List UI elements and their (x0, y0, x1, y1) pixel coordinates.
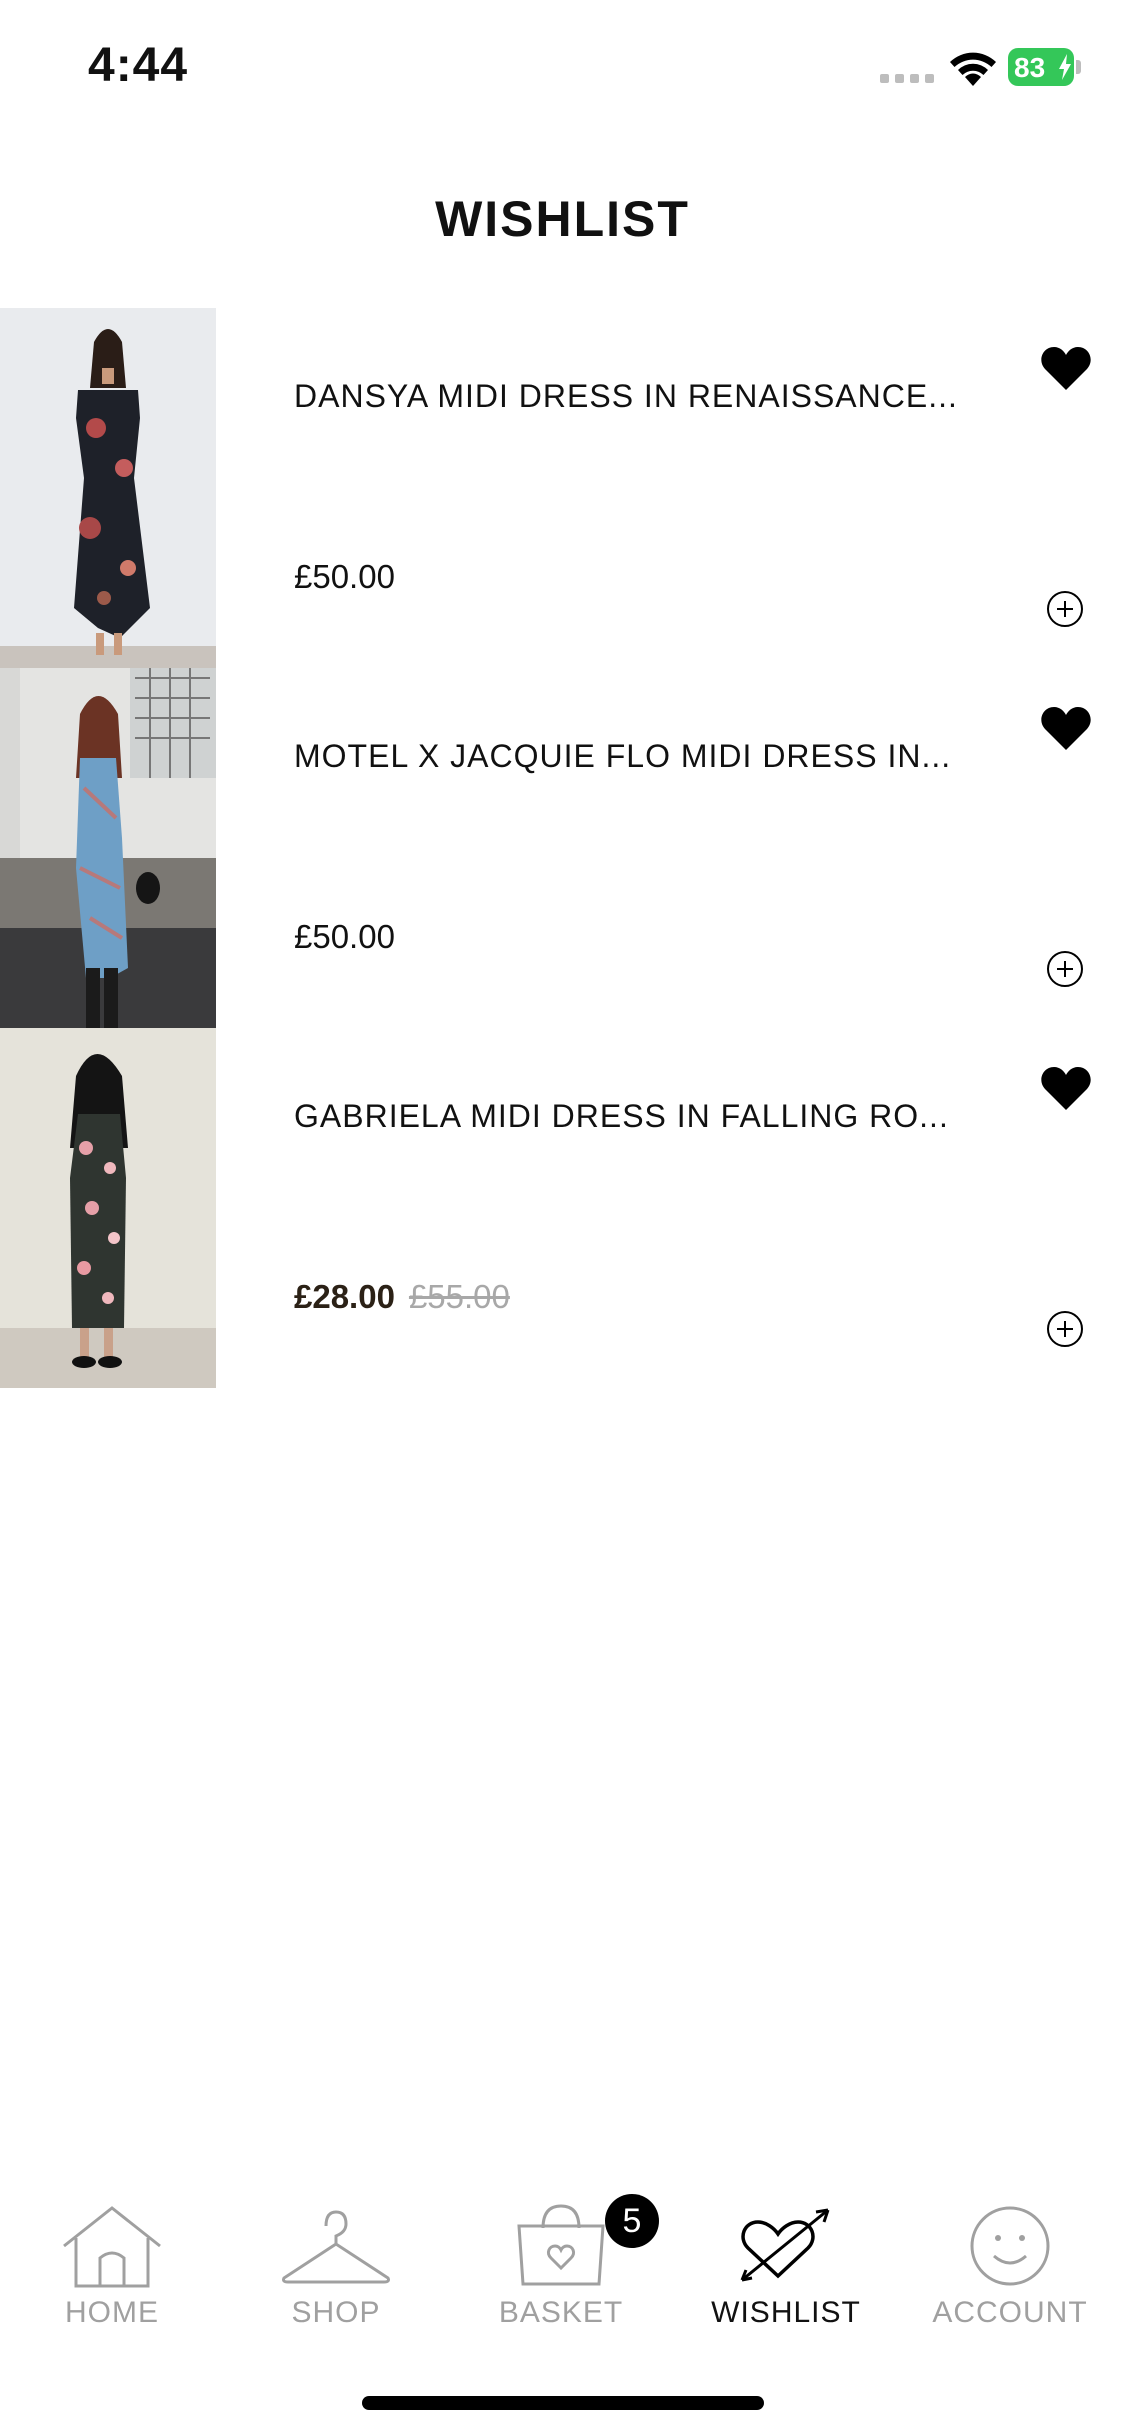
tab-home[interactable]: HOME (12, 2186, 212, 2346)
wishlist-list: DANSYA MIDI DRESS IN RENAISSANCE... £50.… (0, 308, 1125, 1388)
wishlist-item[interactable]: MOTEL X JACQUIE FLO MIDI DRESS IN... £50… (0, 668, 1125, 1028)
product-price: £50.00 (294, 558, 395, 595)
add-to-basket-plus-icon[interactable] (1046, 950, 1084, 988)
battery-level: 83 (1014, 52, 1046, 83)
wishlist-item[interactable]: GABRIELA MIDI DRESS IN FALLING RO... £28… (0, 1028, 1125, 1388)
wifi-icon (950, 52, 996, 86)
tab-label: HOME (65, 2296, 159, 2329)
status-bar: 4:44 83 (0, 0, 1125, 140)
price-row: £50.00 (294, 558, 395, 596)
bottom-tab-bar: HOME SHOP BASKET WISHLIST ACCOUNT (0, 2186, 1125, 2346)
home-indicator[interactable] (362, 2396, 764, 2410)
tab-account[interactable]: ACCOUNT (910, 2186, 1110, 2346)
page-title: WISHLIST (435, 191, 690, 247)
heart-arrow-icon (740, 2208, 830, 2282)
wishlist-screen: 4:44 83 WISHLIST DANSYA MIDI DRESS IN RE… (0, 0, 1125, 2436)
wishlist-item[interactable]: DANSYA MIDI DRESS IN RENAISSANCE... £50.… (0, 308, 1125, 668)
basket-count-badge: 5 (605, 2194, 659, 2248)
remove-from-wishlist-heart-icon[interactable] (1040, 346, 1092, 392)
original-price: £55.00 (408, 1278, 510, 1315)
house-icon (63, 2206, 161, 2288)
remove-from-wishlist-heart-icon[interactable] (1040, 706, 1092, 752)
battery-icon: 83 (1008, 48, 1081, 86)
product-name[interactable]: MOTEL X JACQUIE FLO MIDI DRESS IN... (294, 738, 994, 775)
remove-from-wishlist-heart-icon[interactable] (1040, 1066, 1092, 1112)
add-to-basket-plus-icon[interactable] (1046, 1310, 1084, 1348)
tab-wishlist[interactable]: WISHLIST (686, 2186, 886, 2346)
price-row: £28.00 £55.00 (294, 1278, 510, 1316)
product-price: £50.00 (294, 918, 395, 955)
tab-label: WISHLIST (711, 2296, 861, 2329)
tab-label: BASKET (498, 2296, 624, 2329)
tab-shop[interactable]: SHOP (236, 2186, 436, 2346)
product-name[interactable]: DANSYA MIDI DRESS IN RENAISSANCE... (294, 378, 994, 415)
add-to-basket-plus-icon[interactable] (1046, 590, 1084, 628)
cellular-signal-icon (880, 74, 934, 83)
price-row: £50.00 (294, 918, 395, 956)
product-name[interactable]: GABRIELA MIDI DRESS IN FALLING RO... (294, 1098, 994, 1135)
status-time: 4:44 (88, 39, 189, 92)
smiley-icon (970, 2206, 1050, 2286)
tab-label: ACCOUNT (932, 2296, 1088, 2329)
product-image[interactable] (0, 668, 216, 1028)
sale-price: £28.00 (294, 1278, 395, 1315)
charging-bolt-icon (1059, 54, 1071, 80)
tab-label: SHOP (291, 2296, 381, 2329)
hanger-icon (282, 2210, 390, 2284)
product-image[interactable] (0, 1028, 216, 1388)
basket-heart-icon (517, 2204, 605, 2286)
product-image[interactable] (0, 308, 216, 668)
